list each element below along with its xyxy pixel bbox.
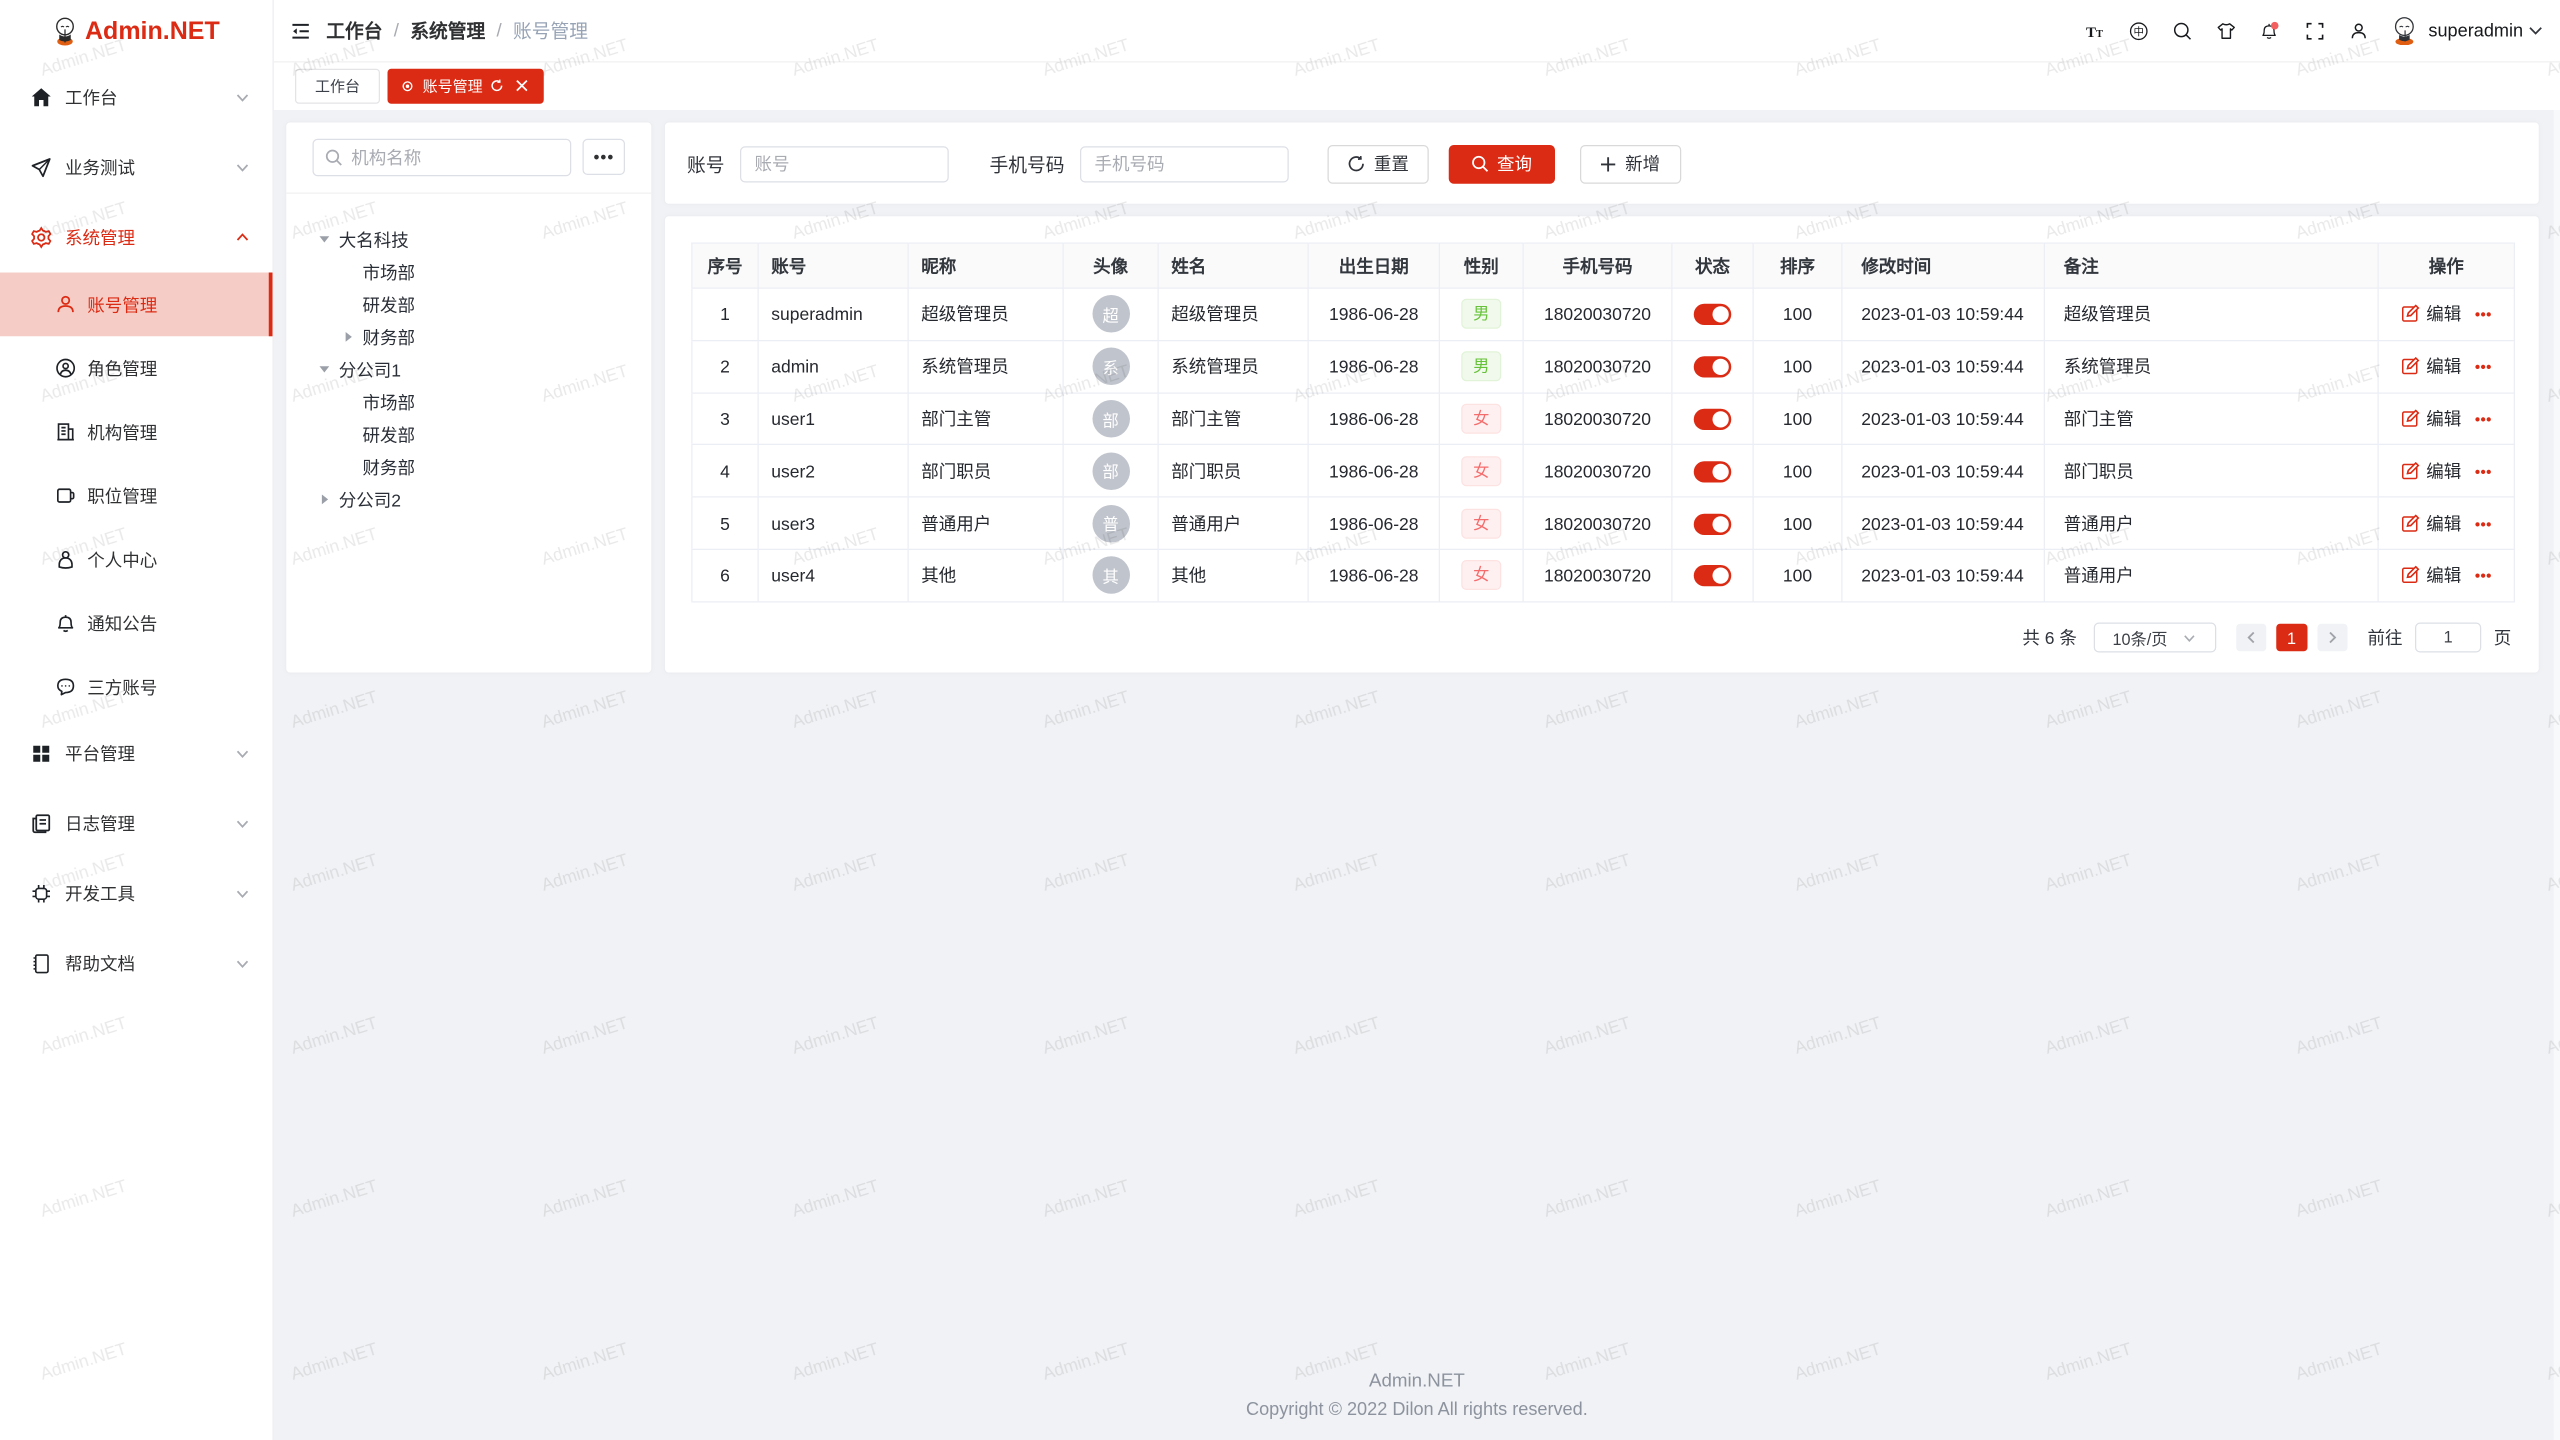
svg-text:T: T xyxy=(2086,24,2096,40)
svg-text:T: T xyxy=(2096,28,2103,39)
svg-text:中: 中 xyxy=(2133,24,2144,37)
